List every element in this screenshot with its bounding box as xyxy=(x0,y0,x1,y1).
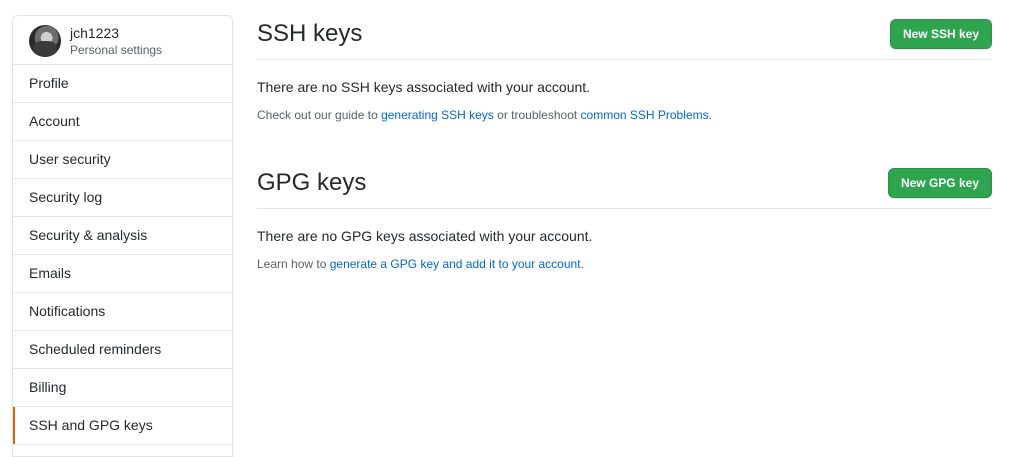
ssh-hint: Check out our guide to generating SSH ke… xyxy=(257,108,992,122)
main-content: SSH keys New SSH key There are no SSH ke… xyxy=(257,15,992,271)
sidebar-item-security-analysis[interactable]: Security & analysis xyxy=(13,217,232,255)
ssh-keys-title: SSH keys xyxy=(257,20,363,47)
new-ssh-key-button[interactable]: New SSH key xyxy=(889,19,992,49)
new-gpg-key-button[interactable]: New GPG key xyxy=(887,168,992,198)
ssh-keys-header: SSH keys New SSH key xyxy=(257,15,992,60)
ssh-hint-suffix: . xyxy=(708,108,712,122)
sidebar-item-emails[interactable]: Emails xyxy=(13,255,232,293)
sidebar-item-security-log[interactable]: Security log xyxy=(13,179,232,217)
gpg-keys-title: GPG keys xyxy=(257,169,367,196)
sidebar-item-notifications[interactable]: Notifications xyxy=(13,293,232,331)
avatar[interactable] xyxy=(29,25,61,57)
gpg-hint: Learn how to generate a GPG key and add … xyxy=(257,257,992,271)
username[interactable]: jch1223 xyxy=(70,25,119,41)
gpg-keys-header: GPG keys New GPG key xyxy=(257,164,992,209)
generate-gpg-key-link[interactable]: generate a GPG key and add it to your ac… xyxy=(330,257,581,271)
sidebar-item-billing[interactable]: Billing xyxy=(13,369,232,407)
gpg-empty-message: There are no GPG keys associated with yo… xyxy=(257,228,593,244)
sidebar-item-scheduled-reminders[interactable]: Scheduled reminders xyxy=(13,331,232,369)
settings-sidebar: jch1223 Personal settings Profile Accoun… xyxy=(12,15,233,457)
ssh-hint-middle: or troubleshoot xyxy=(493,108,581,122)
generating-ssh-keys-link[interactable]: generating SSH keys xyxy=(381,108,494,122)
sidebar-item-account[interactable]: Account xyxy=(13,103,232,141)
gpg-hint-suffix: . xyxy=(580,257,584,271)
personal-settings-label: Personal settings xyxy=(70,43,163,57)
user-header[interactable]: jch1223 Personal settings xyxy=(13,16,232,65)
common-ssh-problems-link[interactable]: common SSH Problems xyxy=(581,108,709,122)
gpg-hint-prefix: Learn how to xyxy=(257,257,330,271)
sidebar-item-user-security[interactable]: User security xyxy=(13,141,232,179)
sidebar-item-ssh-gpg-keys[interactable]: SSH and GPG keys xyxy=(13,407,232,445)
ssh-hint-prefix: Check out our guide to xyxy=(257,108,382,122)
ssh-empty-message: There are no SSH keys associated with yo… xyxy=(257,79,591,95)
sidebar-item-profile[interactable]: Profile xyxy=(13,65,232,103)
